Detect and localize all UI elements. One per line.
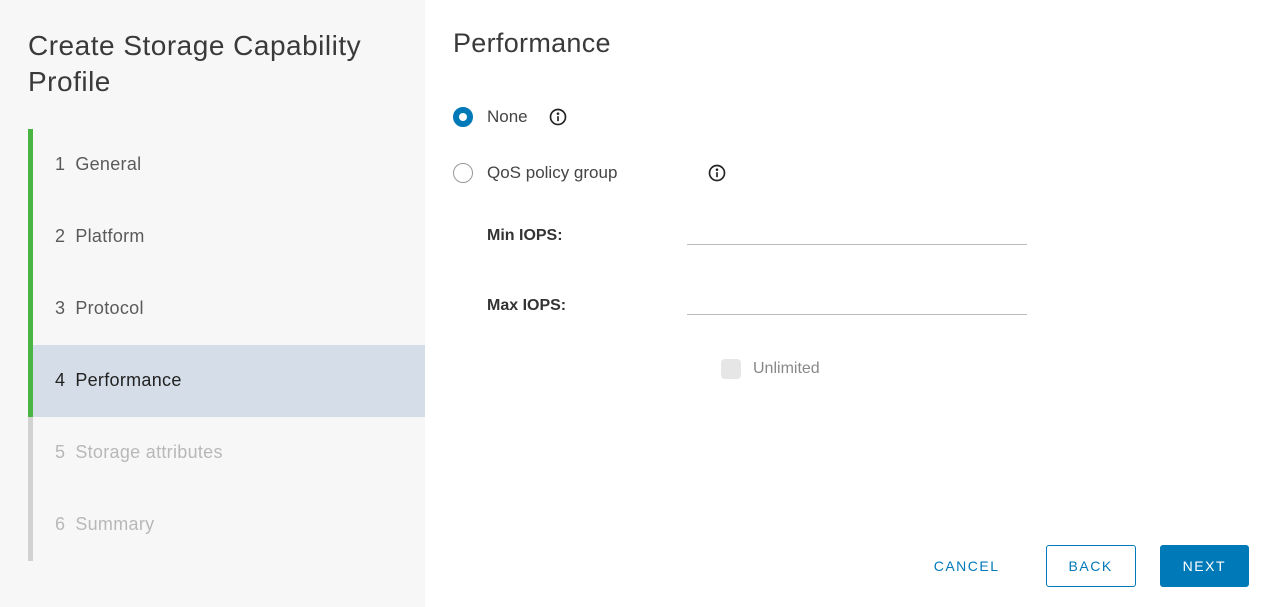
radio-label-qos: QoS policy group [487,163,617,183]
radio-dot [459,113,467,121]
next-button[interactable]: NEXT [1160,545,1249,587]
step-label: Performance [75,370,181,391]
step-label: Protocol [75,298,143,319]
wizard-footer: CANCEL BACK NEXT [453,525,1249,587]
wizard-sidebar: Create Storage Capability Profile 1 Gene… [0,0,425,607]
unlimited-row: Unlimited [721,359,1249,379]
radio-button-none[interactable] [453,107,473,127]
radio-button-qos[interactable] [453,163,473,183]
page-title: Performance [453,28,1249,59]
wizard-step-performance[interactable]: 4 Performance [28,345,425,417]
max-iops-label: Max IOPS: [487,297,687,315]
cancel-button[interactable]: CANCEL [912,546,1022,586]
step-number: 2 [55,226,65,247]
radio-option-qos[interactable]: QoS policy group [453,163,1249,183]
wizard-step-platform[interactable]: 2 Platform [28,201,425,273]
unlimited-label: Unlimited [753,360,820,378]
step-label: General [75,154,141,175]
step-label: Platform [75,226,144,247]
step-number: 4 [55,370,65,391]
wizard-step-summary[interactable]: 6 Summary [28,489,425,561]
step-label: Summary [75,514,154,535]
unlimited-checkbox[interactable] [721,359,741,379]
wizard-step-general[interactable]: 1 General [28,129,425,201]
max-iops-input[interactable] [687,289,1027,315]
wizard-steps: 1 General 2 Platform 3 Protocol 4 Perfor… [28,129,425,561]
radio-option-none[interactable]: None [453,107,1249,127]
wizard-step-protocol[interactable]: 3 Protocol [28,273,425,345]
step-number: 6 [55,514,65,535]
step-number: 3 [55,298,65,319]
radio-label-none: None [487,107,528,127]
step-number: 1 [55,154,65,175]
back-button[interactable]: BACK [1046,545,1136,587]
wizard-title: Create Storage Capability Profile [28,28,425,101]
max-iops-row: Max IOPS: [487,289,1249,315]
info-icon[interactable] [548,107,568,127]
min-iops-input[interactable] [687,219,1027,245]
step-label: Storage attributes [75,442,222,463]
main-panel: Performance None QoS policy group Min IO… [425,0,1277,607]
min-iops-label: Min IOPS: [487,227,687,245]
qos-sub-fields: Min IOPS: Max IOPS: Unlimited [487,219,1249,379]
wizard-step-storage-attributes[interactable]: 5 Storage attributes [28,417,425,489]
form-area: None QoS policy group Min IOPS: Max IOPS… [453,107,1249,525]
info-icon[interactable] [707,163,727,183]
step-number: 5 [55,442,65,463]
min-iops-row: Min IOPS: [487,219,1249,245]
